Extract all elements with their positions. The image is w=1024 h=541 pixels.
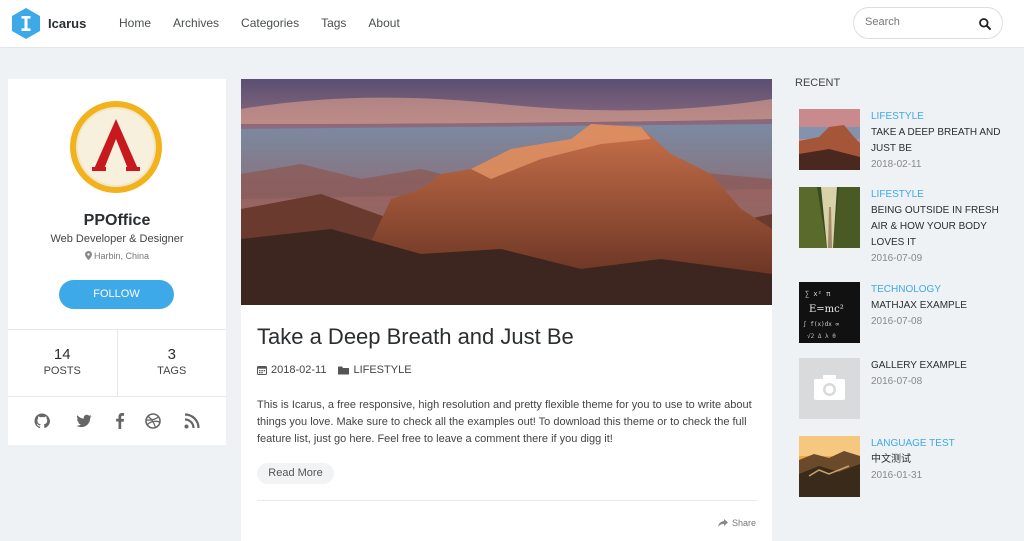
social-links — [8, 397, 226, 445]
profile-title: Web Developer & Designer — [50, 233, 184, 245]
search-box — [853, 7, 1003, 39]
profile-location: Harbin, China — [8, 251, 226, 261]
article-divider — [257, 500, 757, 501]
recent-thumbnail[interactable] — [799, 187, 860, 248]
nav-archives[interactable]: Archives — [173, 16, 219, 30]
posts-count: 14 — [53, 346, 71, 363]
tags-stat[interactable]: 3 TAGS — [116, 330, 227, 396]
recent-info: LIFESTYLE TAKE A DEEP BREATH AND JUST BE… — [871, 109, 1011, 173]
follow-button[interactable]: FOLLOW — [59, 280, 174, 309]
recent-info: TECHNOLOGY MATHJAX EXAMPLE 2016-07-08 — [871, 282, 1011, 330]
share-icon — [717, 519, 728, 527]
posts-label: POSTS — [43, 365, 81, 377]
article-hero-image[interactable] — [241, 79, 772, 305]
article-excerpt: This is Icarus, a free responsive, high … — [257, 399, 752, 445]
recent-title[interactable]: TAKE A DEEP BREATH AND JUST BE — [871, 125, 1011, 157]
posts-stat[interactable]: 14 POSTS — [8, 330, 117, 396]
location-pin-icon — [84, 251, 92, 260]
nav-about[interactable]: About — [368, 16, 399, 30]
tags-label: TAGS — [157, 365, 187, 377]
recent-info: LANGUAGE TEST 中文测试 2016-01-31 — [871, 436, 1011, 484]
rss-icon[interactable] — [184, 413, 200, 429]
twitter-icon[interactable] — [76, 413, 92, 429]
recent-title[interactable]: GALLERY EXAMPLE — [871, 358, 1011, 374]
recent-date: 2018-02-11 — [871, 159, 922, 170]
recent-title[interactable]: BEING OUTSIDE IN FRESH AIR & HOW YOUR BO… — [871, 203, 1011, 251]
read-more-button[interactable]: Read More — [257, 463, 334, 484]
github-icon[interactable] — [34, 413, 50, 429]
article-meta: 2018-02-11 LIFESTYLE — [257, 364, 412, 376]
share-link[interactable]: Share — [717, 518, 756, 528]
site-name: Icarus — [48, 16, 87, 31]
recent-info: LIFESTYLE BEING OUTSIDE IN FRESH AIR & H… — [871, 187, 1011, 267]
profile-card: PPOffice Web Developer & Designer Harbin… — [8, 79, 226, 445]
search-input[interactable] — [865, 16, 975, 28]
svg-text:E=mc²: E=mc² — [809, 304, 844, 315]
article-category-label: LIFESTYLE — [353, 364, 412, 376]
recent-title[interactable]: 中文测试 — [871, 452, 1011, 468]
recent-info: GALLERY EXAMPLE 2016-07-08 — [871, 358, 1011, 390]
recent-category[interactable]: LIFESTYLE — [871, 187, 1011, 203]
recent-thumbnail[interactable] — [799, 358, 860, 419]
recent-thumbnail[interactable] — [799, 436, 860, 497]
recent-thumbnail[interactable] — [799, 109, 860, 170]
logo-icon — [12, 8, 40, 39]
article-date: 2018-02-11 — [271, 364, 327, 376]
nav-categories[interactable]: Categories — [241, 16, 299, 30]
article-category[interactable]: LIFESTYLE — [338, 364, 412, 376]
share-label: Share — [731, 518, 756, 528]
article-title[interactable]: Take a Deep Breath and Just Be — [257, 324, 574, 350]
profile-stats: 14 POSTS 3 TAGS — [8, 329, 226, 397]
recent-heading: RECENT — [795, 77, 841, 89]
profile-name: PPOffice — [83, 212, 151, 229]
nav-home[interactable]: Home — [119, 16, 151, 30]
recent-category[interactable]: TECHNOLOGY — [871, 282, 1011, 298]
tags-count: 3 — [167, 346, 176, 363]
search-icon[interactable] — [978, 17, 992, 31]
recent-date: 2016-07-08 — [871, 376, 923, 387]
calendar-icon — [257, 366, 267, 375]
recent-title[interactable]: MATHJAX EXAMPLE — [871, 298, 1011, 314]
recent-date: 2016-07-08 — [871, 316, 923, 327]
nav-tags[interactable]: Tags — [321, 16, 346, 30]
recent-date: 2016-07-09 — [871, 253, 923, 264]
folder-icon — [338, 366, 350, 374]
recent-date: 2016-01-31 — [871, 470, 923, 481]
avatar — [70, 101, 162, 193]
main-nav: Home Archives Categories Tags About — [119, 16, 422, 30]
dribbble-icon[interactable] — [145, 413, 161, 429]
recent-category[interactable]: LANGUAGE TEST — [871, 436, 1011, 452]
svg-text:√2 Δ λ θ: √2 Δ λ θ — [807, 333, 836, 340]
svg-text:∫ f(x)dx ∞: ∫ f(x)dx ∞ — [803, 320, 840, 328]
top-navbar: Icarus Home Archives Categories Tags Abo… — [0, 0, 1024, 48]
article-card: Take a Deep Breath and Just Be 2018-02-1… — [241, 79, 772, 541]
site-logo[interactable]: Icarus — [12, 8, 86, 39]
svg-text:∑ x² π: ∑ x² π — [805, 290, 831, 298]
recent-thumbnail[interactable]: ∑ x² π E=mc² ∫ f(x)dx ∞ √2 Δ λ θ — [799, 282, 860, 343]
recent-category[interactable]: LIFESTYLE — [871, 109, 1011, 125]
location-text: Harbin, China — [93, 251, 150, 261]
facebook-icon[interactable] — [112, 413, 128, 429]
